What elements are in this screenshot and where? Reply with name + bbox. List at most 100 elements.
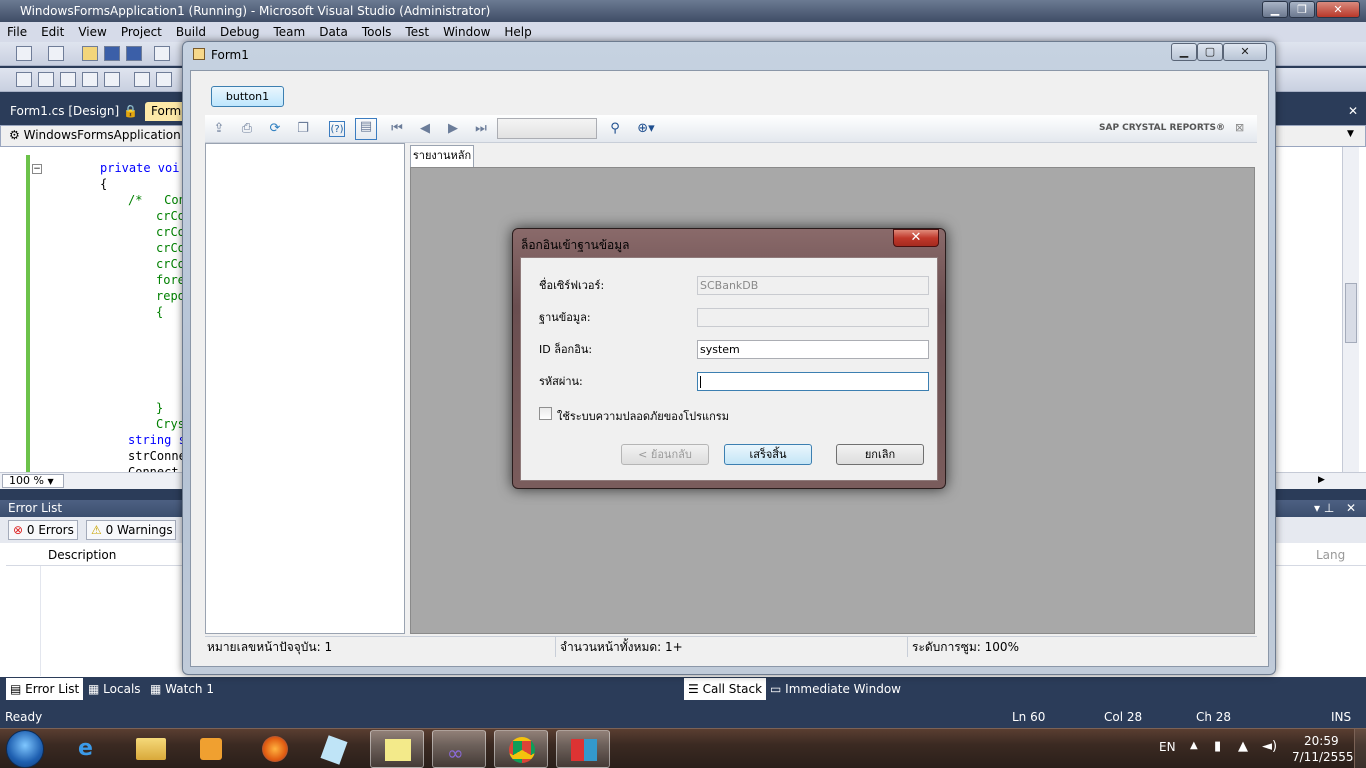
column-lang[interactable]: Lang [1316, 548, 1345, 562]
pointer-icon[interactable] [60, 72, 76, 87]
next-page-icon[interactable]: ▶ [445, 121, 461, 137]
server-input[interactable]: SCBankDB [697, 276, 929, 295]
close-panel-icon[interactable]: ✕ [1346, 500, 1356, 517]
menu-view[interactable]: View [71, 25, 113, 39]
volume-icon[interactable]: ◄) [1262, 739, 1277, 754]
taskbar-ie[interactable]: e [64, 730, 118, 768]
clock-time[interactable]: 20:59 [1304, 734, 1339, 748]
form-minimize-icon[interactable]: ▁ [1171, 43, 1197, 61]
cut-icon[interactable] [154, 46, 170, 61]
back-button[interactable]: < ย้อนกลับ [621, 444, 709, 465]
tab-error-list[interactable]: ▤ Error List [6, 678, 84, 700]
format-icon[interactable] [38, 72, 54, 87]
finish-button[interactable]: เสร็จสิ้น [724, 444, 812, 465]
group-tree-icon[interactable]: ▤ [355, 118, 377, 140]
close-tab-icon[interactable]: ✕ [1348, 104, 1358, 118]
add-item-icon[interactable] [48, 46, 64, 61]
collapse-icon[interactable]: − [32, 164, 42, 174]
first-page-icon[interactable]: ⏮ [389, 121, 405, 137]
tab-immediate-window[interactable]: ▭ Immediate Window [770, 678, 901, 700]
errors-count: 0 Errors [26, 523, 74, 537]
errors-filter-button[interactable]: ⊗ 0 Errors [8, 520, 78, 540]
menu-help[interactable]: Help [497, 25, 538, 39]
group-tree-panel[interactable] [205, 143, 405, 634]
menu-project[interactable]: Project [114, 25, 169, 39]
print-icon[interactable]: ⎙ [239, 121, 255, 137]
close-viewer-icon[interactable]: ⊠ [1235, 121, 1244, 134]
form-close-icon[interactable]: ✕ [1223, 43, 1267, 61]
warnings-filter-button[interactable]: ⚠ 0 Warnings [86, 520, 176, 540]
indent-icon[interactable] [134, 72, 150, 87]
taskbar-chrome[interactable] [494, 730, 548, 768]
language-indicator[interactable]: EN [1159, 740, 1176, 754]
current-page-status: หมายเลขหน้าปัจจุบัน: 1 [207, 640, 333, 654]
scroll-thumb[interactable] [1345, 283, 1357, 343]
password-input[interactable] [697, 372, 929, 391]
last-page-icon[interactable]: ⏭ [473, 121, 489, 137]
tab-form1[interactable]: Form1 [145, 102, 189, 121]
prev-page-icon[interactable]: ◀ [417, 121, 433, 137]
pin-icon[interactable]: ▾ ⊥ [1314, 500, 1334, 517]
find-icon[interactable]: ⚲ [607, 121, 623, 137]
open-icon[interactable] [82, 46, 98, 61]
menu-file[interactable]: File [0, 25, 34, 39]
menu-team[interactable]: Team [266, 25, 312, 39]
tab-main-report[interactable]: รายงานหลัก [410, 145, 474, 167]
taskbar-explorer[interactable] [124, 730, 178, 768]
menu-build[interactable]: Build [169, 25, 213, 39]
save-all-icon[interactable] [126, 46, 142, 61]
save-icon[interactable] [104, 46, 120, 61]
tab-form1-design[interactable]: Form1.cs [Design] 🔒 [4, 102, 144, 121]
dialog-close-icon[interactable]: ✕ [893, 229, 939, 247]
show-desktop-button[interactable] [1354, 729, 1366, 768]
menu-data[interactable]: Data [312, 25, 355, 39]
battery-icon[interactable]: ▮ [1214, 739, 1221, 754]
menu-window[interactable]: Window [436, 25, 497, 39]
column-description[interactable]: Description [48, 548, 116, 562]
database-input[interactable] [697, 308, 929, 327]
integrated-security-checkbox[interactable] [539, 407, 552, 420]
align-icon[interactable] [16, 72, 32, 87]
zoom-level-status: ระดับการซูม: 100% [912, 640, 1019, 654]
menu-debug[interactable]: Debug [213, 25, 266, 39]
list-icon[interactable] [104, 72, 120, 87]
class-dropdown[interactable]: ⚙ WindowsFormsApplication1. [9, 128, 192, 142]
cancel-button[interactable]: ยกเลิก [836, 444, 924, 465]
start-button[interactable] [6, 730, 44, 768]
help-icon[interactable]: (?) [329, 121, 345, 137]
show-hidden-icons[interactable]: ▲ [1190, 740, 1198, 751]
goto-page-input[interactable] [497, 118, 597, 139]
zoom-dropdown[interactable]: 100 % ▼ [2, 474, 64, 488]
taskbar-media[interactable] [184, 730, 238, 768]
menu-test[interactable]: Test [398, 25, 436, 39]
taskbar-sticky[interactable] [370, 730, 424, 768]
export-icon[interactable]: ⇪ [211, 121, 227, 137]
network-icon[interactable]: ▲ [1238, 739, 1248, 754]
menu-tools[interactable]: Tools [355, 25, 399, 39]
taskbar-firefox[interactable] [248, 730, 302, 768]
copy-icon[interactable]: ❐ [295, 121, 311, 137]
tab-label: Watch 1 [165, 682, 214, 696]
zoom-icon[interactable]: ⊕▾ [633, 121, 659, 137]
tab-call-stack[interactable]: ☰ Call Stack [684, 678, 767, 700]
button1[interactable]: button1 [211, 86, 284, 107]
tab-watch-1[interactable]: ▦ Watch 1 [150, 678, 214, 700]
taskbar-notepad[interactable] [308, 730, 362, 768]
taskbar-form-app[interactable] [556, 730, 610, 768]
refresh-icon[interactable]: ⟳ [267, 121, 283, 137]
vertical-scrollbar[interactable] [1342, 147, 1359, 472]
tab-locals[interactable]: ▦ Locals [88, 678, 141, 700]
login-id-input[interactable]: system [697, 340, 929, 359]
outdent-icon[interactable] [156, 72, 172, 87]
restore-icon[interactable]: ❐ [1289, 1, 1315, 18]
minimize-icon[interactable]: ▁ [1262, 1, 1288, 18]
new-project-icon[interactable] [16, 46, 32, 61]
menu-edit[interactable]: Edit [34, 25, 71, 39]
clock-date[interactable]: 7/11/2555 [1292, 750, 1354, 764]
close-icon[interactable]: ✕ [1316, 1, 1360, 18]
form-maximize-icon[interactable]: ▢ [1197, 43, 1223, 61]
scroll-right-icon[interactable]: ▶ [1318, 475, 1325, 485]
chevron-down-icon[interactable]: ▼ [1347, 129, 1354, 139]
text-icon[interactable] [82, 72, 98, 87]
taskbar-visual-studio[interactable]: ∞ [432, 730, 486, 768]
